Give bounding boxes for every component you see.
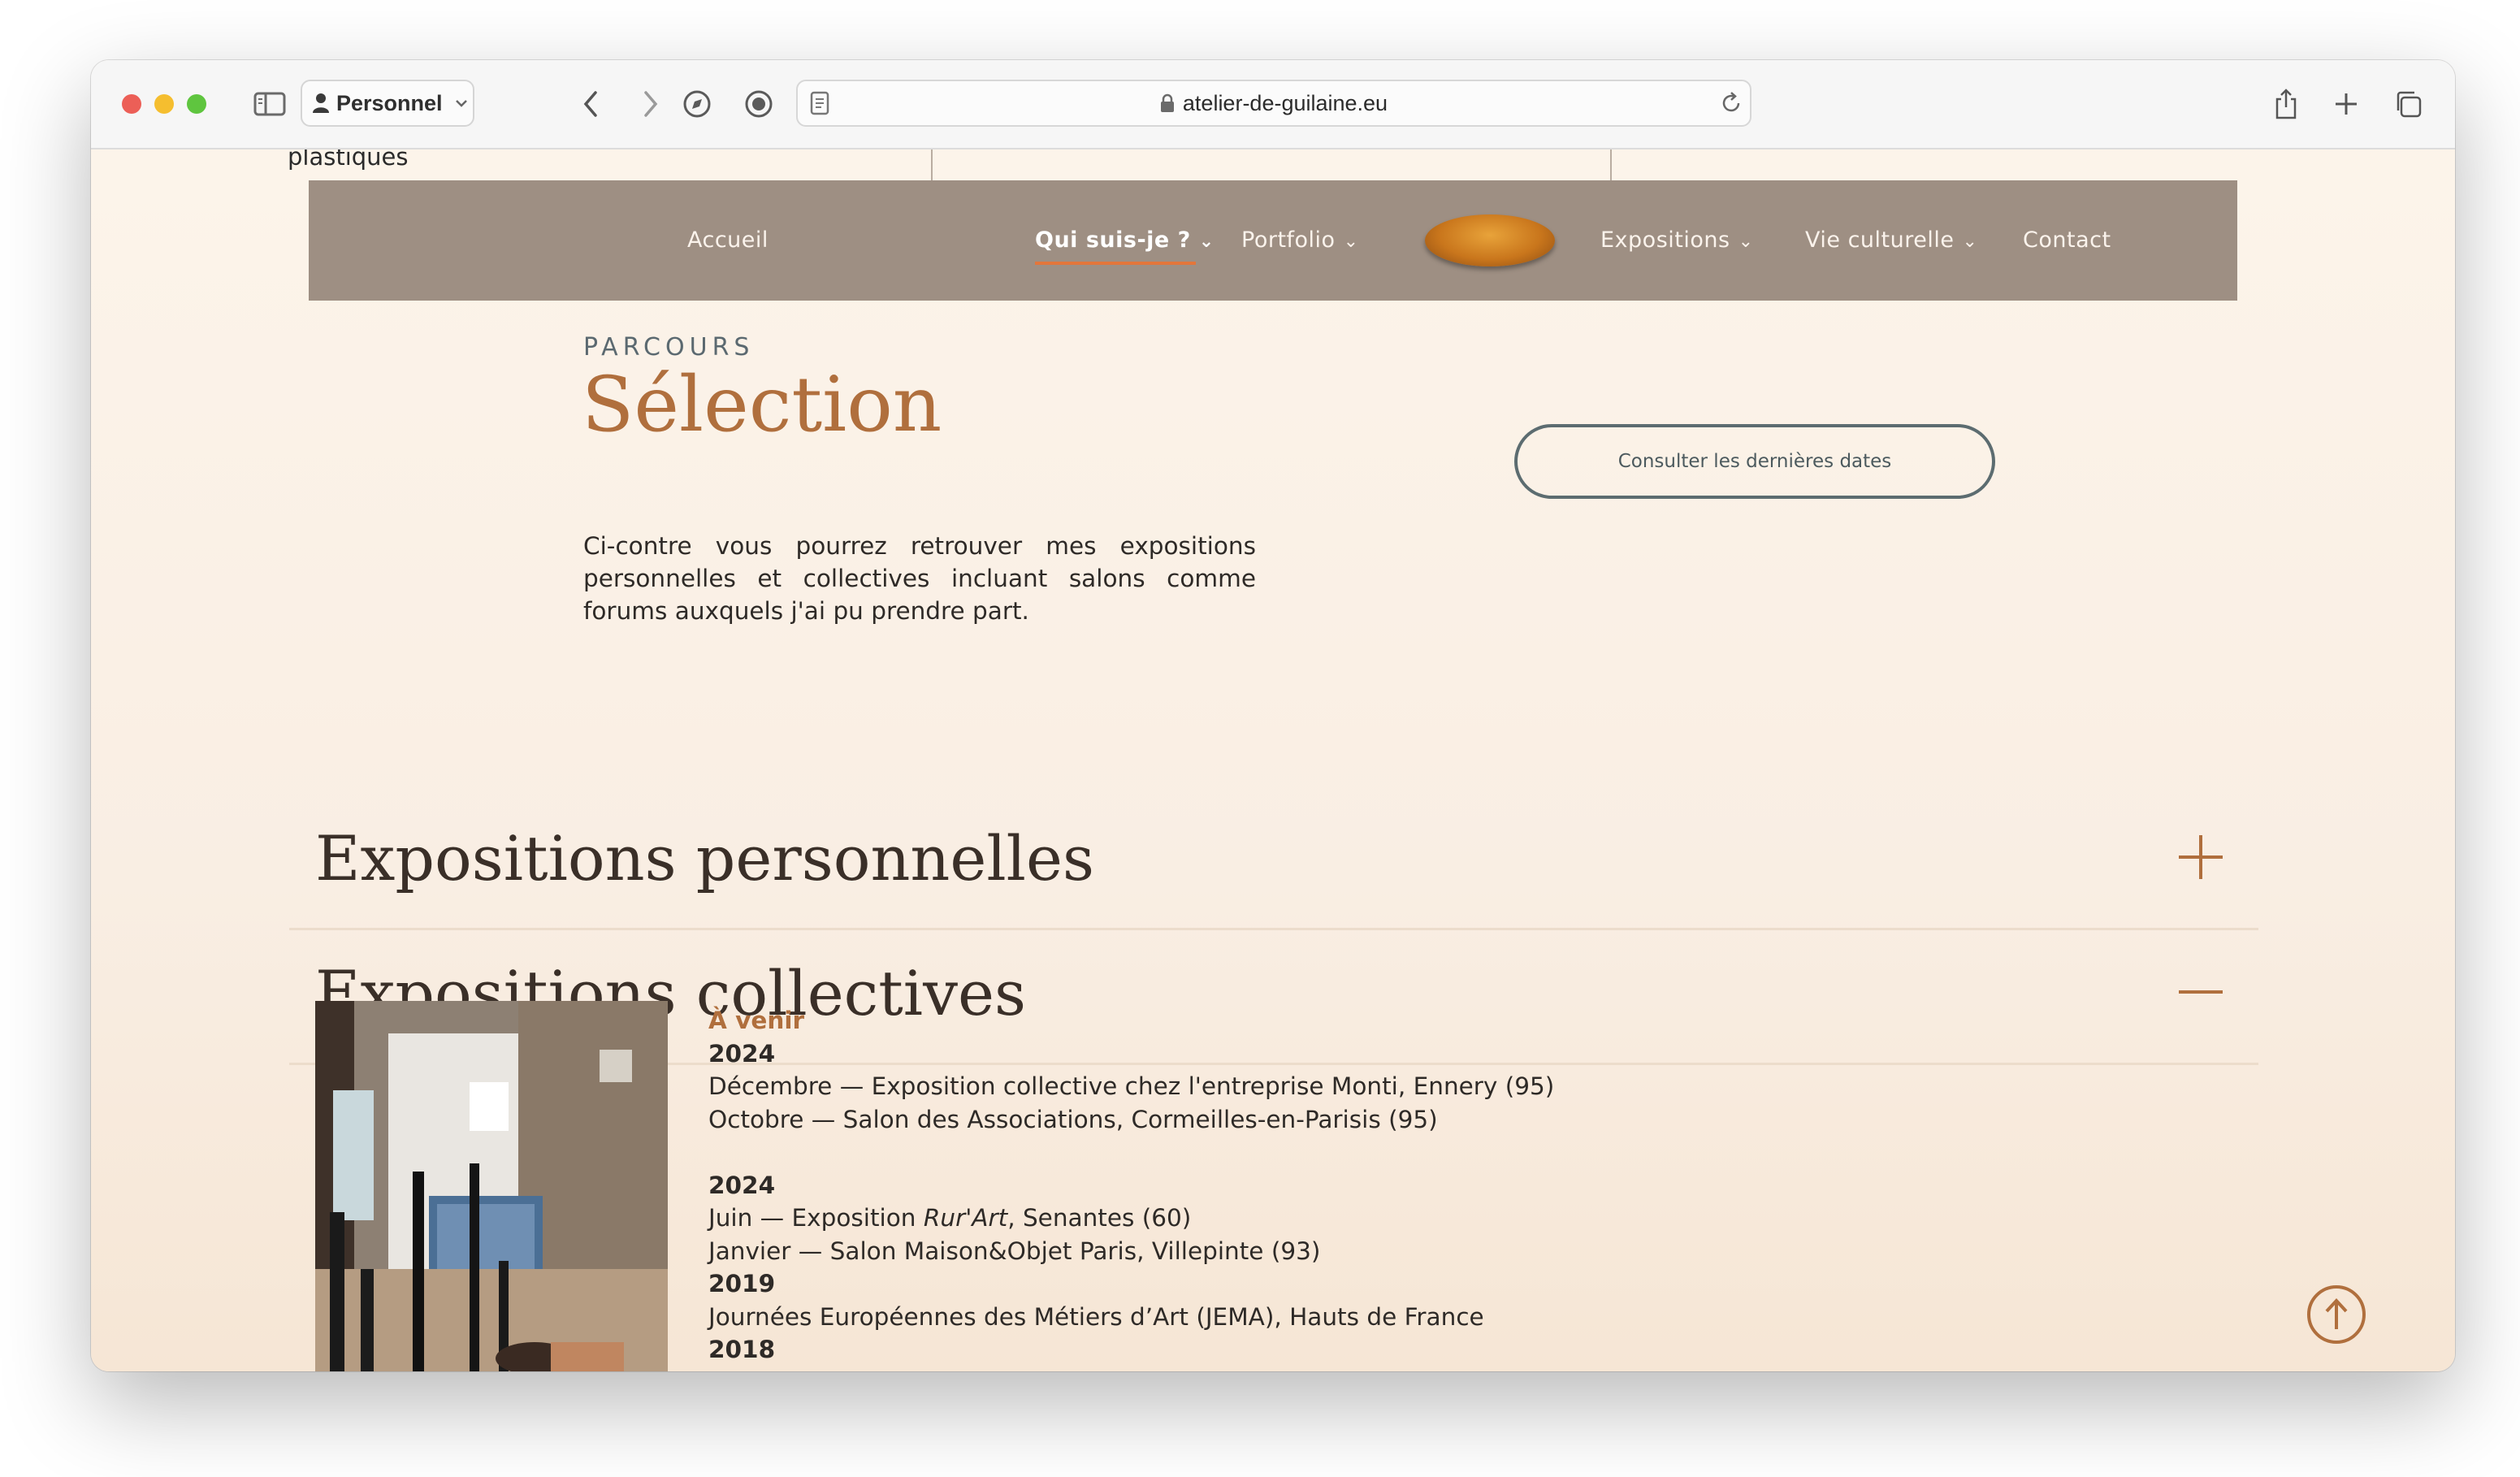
exhibition-photo xyxy=(315,1001,668,1371)
profile-selector[interactable]: Personnel xyxy=(301,80,474,127)
forward-icon[interactable] xyxy=(630,83,669,125)
profile-label: Personnel xyxy=(336,90,443,115)
minimize-window-button[interactable] xyxy=(154,94,174,114)
upcoming-heading: À venir xyxy=(708,1007,804,1034)
chevron-down-icon: ⌄ xyxy=(1738,232,1754,252)
tab-overview-icon[interactable] xyxy=(2388,83,2427,125)
list-item: Octobre — Salon des Associations, Cormei… xyxy=(708,1105,1438,1133)
list-item: Journées Européennes des Métiers d’Art (… xyxy=(708,1302,1484,1331)
address-bar[interactable]: atelier-de-guilaine.eu xyxy=(796,80,1751,127)
nav-item-qui-suis-je[interactable]: Qui suis-je ? ⌄ xyxy=(1035,180,1215,301)
nav-item-expositions[interactable]: Expositions ⌄ xyxy=(1600,180,1754,301)
site-logo[interactable] xyxy=(1425,214,1555,266)
year-heading: 2024 xyxy=(708,1039,776,1068)
close-window-button[interactable] xyxy=(122,94,141,114)
zoom-window-button[interactable] xyxy=(187,94,206,114)
nav-item-vie-culturelle[interactable]: Vie culturelle ⌄ xyxy=(1805,180,1977,301)
back-icon[interactable] xyxy=(572,83,611,125)
nav-item-accueil[interactable]: Accueil xyxy=(687,180,769,301)
partial-heading-text: plastiques xyxy=(288,149,409,171)
scroll-to-top-button[interactable] xyxy=(2307,1285,2366,1344)
accordion-divider xyxy=(289,928,2258,930)
active-nav-underline xyxy=(1035,262,1196,265)
chevron-down-icon: ⌄ xyxy=(1198,232,1215,252)
minus-icon[interactable] xyxy=(2171,962,2231,1022)
lock-icon xyxy=(1160,93,1174,112)
share-icon[interactable] xyxy=(2267,83,2306,125)
arrow-up-icon xyxy=(2325,1298,2348,1329)
chevron-down-icon: ⌄ xyxy=(1962,232,1978,252)
compass-extension-icon[interactable] xyxy=(678,83,717,125)
chevron-down-icon xyxy=(455,100,467,107)
sidebar-toggle-icon[interactable] xyxy=(250,83,289,125)
record-extension-icon[interactable] xyxy=(739,83,778,125)
section-eyebrow: PARCOURS xyxy=(583,333,755,362)
list-item: Décembre — Exposition collective chez l'… xyxy=(708,1072,1555,1100)
new-tab-icon[interactable] xyxy=(2327,83,2366,125)
nav-item-contact[interactable]: Contact xyxy=(2023,180,2111,301)
latest-dates-button[interactable]: Consulter les dernières dates xyxy=(1514,424,1995,499)
year-heading: 2024 xyxy=(708,1171,776,1199)
exhibition-name: Rur'Art xyxy=(923,1204,1008,1232)
list-item: Juin — Exposition Rur'Art, Senantes (60) xyxy=(708,1204,1192,1232)
page-title: Sélection xyxy=(582,361,942,449)
chevron-down-icon: ⌄ xyxy=(1343,232,1359,252)
year-heading: 2019 xyxy=(708,1270,776,1297)
main-navigation: Accueil Qui suis-je ? ⌄ Portfolio ⌄ Exposi… xyxy=(309,180,2237,301)
collective-exhibitions-list: À venir 2024 Décembre — Exposition colle… xyxy=(708,1004,1846,1367)
reload-icon[interactable] xyxy=(1721,91,1743,115)
browser-toolbar: Personnel atelier-de-guilaine.eu xyxy=(91,60,2455,149)
browser-window: Personnel atelier-de-guilaine.eu plastiq… xyxy=(91,60,2455,1371)
web-page: plastiques Accueil Qui suis-je ? ⌄ Portfo… xyxy=(91,149,2455,1371)
list-item: Janvier — Salon Maison&Objet Paris, Vill… xyxy=(708,1237,1321,1265)
intro-paragraph: Ci-contre vous pourrez retrouver mes exp… xyxy=(583,531,1256,625)
person-icon xyxy=(313,93,329,113)
year-heading: 2018 xyxy=(708,1336,776,1363)
accordion-title-personal[interactable]: Expositions personnelles xyxy=(315,822,1094,894)
url-display[interactable]: atelier-de-guilaine.eu xyxy=(798,81,1750,125)
nav-item-portfolio[interactable]: Portfolio ⌄ xyxy=(1241,180,1359,301)
url-text: atelier-de-guilaine.eu xyxy=(1182,91,1388,115)
plus-icon[interactable] xyxy=(2171,827,2231,887)
